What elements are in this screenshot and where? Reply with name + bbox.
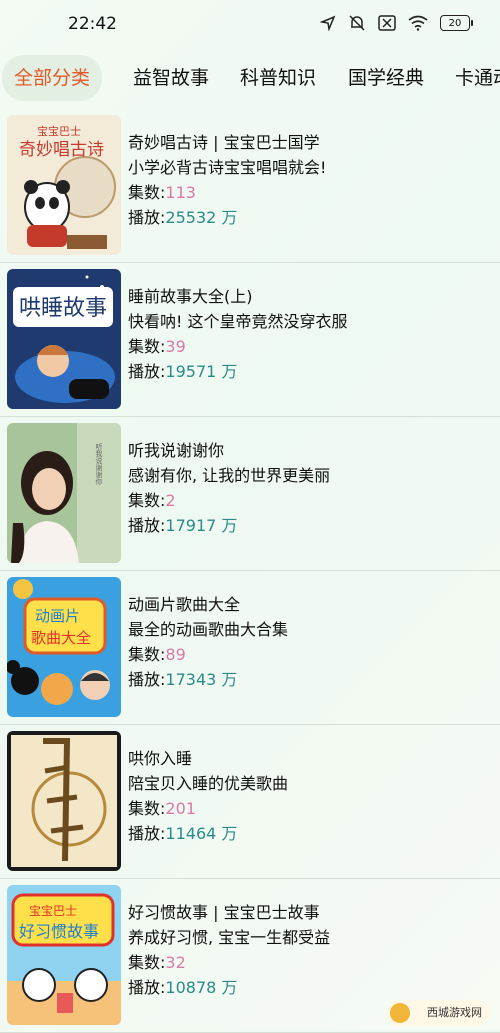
cover-image: 宝宝巴士 奇妙唱古诗	[7, 115, 121, 255]
album-title: 哄你入睡	[128, 749, 193, 768]
sim-icon	[378, 15, 396, 31]
album-cover[interactable]: 哄睡故事	[7, 269, 121, 409]
status-time: 22:42	[68, 14, 117, 34]
svg-text:哄睡故事: 哄睡故事	[19, 296, 107, 321]
watermark-text: 西城游戏网	[427, 1006, 482, 1019]
album-title: 好习惯故事 | 宝宝巴士故事	[128, 903, 320, 922]
cover-image	[7, 731, 121, 871]
cover-image: 宝宝巴士 好习惯故事	[7, 885, 121, 1025]
album-description: 陪宝贝入睡的优美歌曲	[128, 774, 289, 793]
svg-text:歌曲大全: 歌曲大全	[31, 629, 91, 647]
play-count: 播放:10878 万	[128, 978, 238, 997]
album-cover[interactable]: 宝宝巴士 奇妙唱古诗	[7, 115, 121, 255]
album-cover[interactable]: 宝宝巴士 好习惯故事	[7, 885, 121, 1025]
play-count: 播放:11464 万	[128, 824, 238, 843]
list-item[interactable]: 听我说谢谢你 听我说谢谢你 感谢有你, 让我的世界更美丽 集数:2 播放:179…	[0, 416, 500, 571]
album-description: 感谢有你, 让我的世界更美丽	[128, 466, 331, 485]
album-description: 最全的动画歌曲大合集	[128, 620, 289, 639]
cover-image: 哄睡故事	[7, 269, 121, 409]
status-bar: 22:42 20	[0, 0, 500, 50]
album-title: 奇妙唱古诗 | 宝宝巴士国学	[128, 133, 320, 152]
category-tabs: 全部分类 益智故事 科普知识 国学经典 卡通动	[0, 55, 500, 101]
play-count: 播放:19571 万	[128, 362, 238, 381]
album-description: 小学必背古诗宝宝唱唱就会!	[128, 158, 327, 177]
tab-educational-stories[interactable]: 益智故事	[121, 55, 221, 101]
episode-count: 集数:32	[128, 953, 186, 972]
watermark-logo-icon	[390, 1003, 410, 1023]
svg-text:听我说谢谢你: 听我说谢谢你	[95, 442, 103, 485]
tab-chinese-classics[interactable]: 国学经典	[336, 55, 436, 101]
album-title: 睡前故事大全(上)	[128, 287, 253, 306]
episode-count: 集数:89	[128, 645, 186, 664]
tab-cartoons[interactable]: 卡通动	[443, 55, 500, 101]
album-title: 听我说谢谢你	[128, 441, 225, 460]
episode-count: 集数:2	[128, 491, 176, 510]
mute-icon	[349, 15, 365, 31]
album-info: 动画片歌曲大全 最全的动画歌曲大合集 集数:89 播放:17343 万	[128, 592, 288, 692]
episode-count: 集数:201	[128, 799, 196, 818]
episode-count: 集数:113	[128, 183, 196, 202]
album-info: 哄你入睡 陪宝贝入睡的优美歌曲 集数:201 播放:11464 万	[128, 746, 288, 846]
status-icons: 20	[320, 14, 473, 32]
list-item[interactable]: 动画片 歌曲大全 动画片歌曲大全 最全的动画歌曲大合集 集数:89 播放:173…	[0, 570, 500, 725]
list-item[interactable]: 宝宝巴士 奇妙唱古诗 奇妙唱古诗 | 宝宝巴士国学 小学必背古诗宝宝唱唱就会! …	[0, 108, 500, 263]
album-description: 快看呐! 这个皇帝竟然没穿衣服	[128, 312, 348, 331]
site-watermark: 西城游戏网	[386, 1000, 490, 1026]
episode-count: 集数:39	[128, 337, 186, 356]
album-description: 养成好习惯, 宝宝一生都受益	[128, 928, 331, 947]
album-title: 动画片歌曲大全	[128, 595, 241, 614]
album-info: 好习惯故事 | 宝宝巴士故事 养成好习惯, 宝宝一生都受益 集数:32 播放:1…	[128, 900, 330, 1000]
album-cover[interactable]: 动画片 歌曲大全	[7, 577, 121, 717]
tab-all-categories[interactable]: 全部分类	[2, 55, 103, 101]
svg-text:好习惯故事: 好习惯故事	[19, 922, 99, 941]
cover-image: 听我说谢谢你	[7, 423, 121, 563]
list-item[interactable]: 哄你入睡 陪宝贝入睡的优美歌曲 集数:201 播放:11464 万	[0, 724, 500, 879]
play-count: 播放:17343 万	[128, 670, 238, 689]
list-item[interactable]: 哄睡故事 睡前故事大全(上) 快看呐! 这个皇帝竟然没穿衣服 集数:39 播放:…	[0, 262, 500, 417]
play-count: 播放:17917 万	[128, 516, 238, 535]
location-icon	[320, 15, 336, 31]
wifi-icon	[408, 15, 428, 31]
tab-science[interactable]: 科普知识	[228, 55, 328, 101]
svg-text:奇妙唱古诗: 奇妙唱古诗	[19, 140, 104, 160]
cover-image: 动画片 歌曲大全	[7, 577, 121, 717]
svg-text:动画片: 动画片	[35, 607, 80, 625]
album-info: 听我说谢谢你 感谢有你, 让我的世界更美丽 集数:2 播放:17917 万	[128, 438, 330, 538]
album-info: 睡前故事大全(上) 快看呐! 这个皇帝竟然没穿衣服 集数:39 播放:19571…	[128, 284, 348, 384]
svg-text:宝宝巴士: 宝宝巴士	[37, 124, 81, 138]
album-cover[interactable]: 听我说谢谢你	[7, 423, 121, 563]
album-info: 奇妙唱古诗 | 宝宝巴士国学 小学必背古诗宝宝唱唱就会! 集数:113 播放:2…	[128, 130, 326, 230]
album-cover[interactable]	[7, 731, 121, 871]
play-count: 播放:25532 万	[128, 208, 238, 227]
svg-text:宝宝巴士: 宝宝巴士	[29, 904, 77, 918]
battery-icon: 20	[440, 15, 473, 31]
